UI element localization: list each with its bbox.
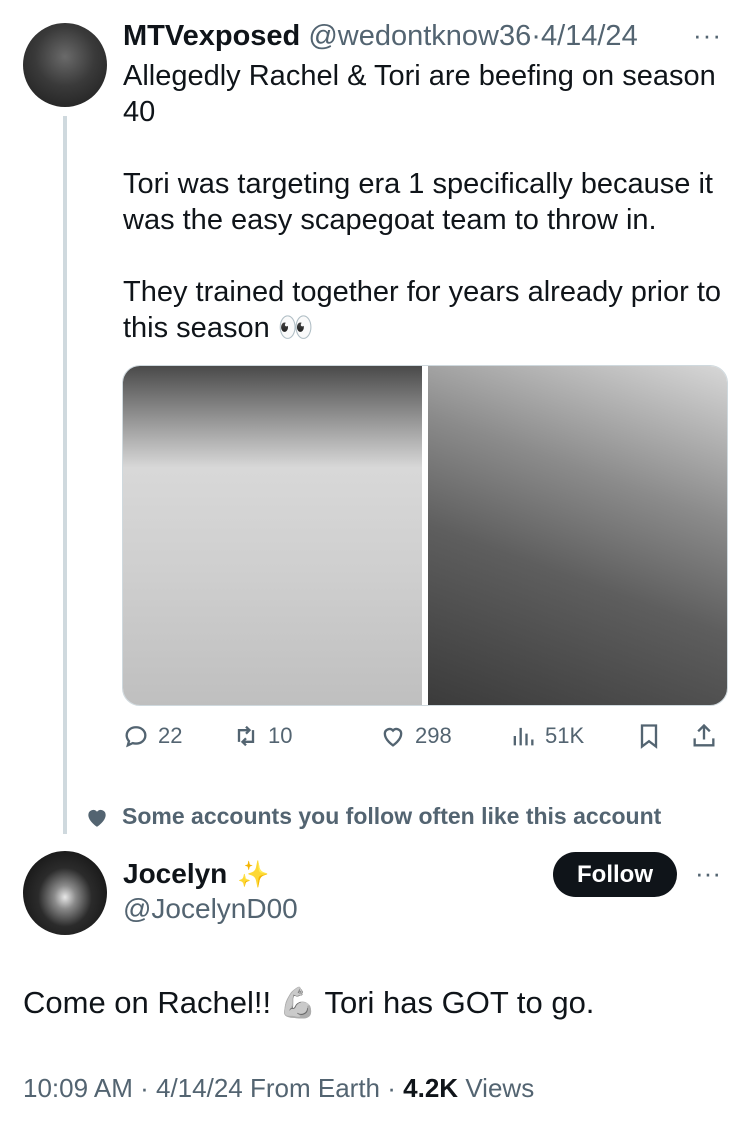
reply-author-handle[interactable]: @JocelynD00 xyxy=(123,893,298,925)
views-count: 51K xyxy=(545,723,585,748)
like-button[interactable]: 298 xyxy=(379,722,452,750)
meta-separator-2: · xyxy=(387,1073,396,1103)
tweet-paragraph-3: They trained together for years already … xyxy=(123,276,722,344)
author-handle[interactable]: @wedontknow36 xyxy=(308,20,531,52)
header-separator: · xyxy=(531,20,541,52)
flexed-biceps-icon: 💪 xyxy=(279,986,317,1020)
views-chart-icon xyxy=(513,727,534,746)
media-photo-eyes[interactable] xyxy=(123,366,422,705)
tweet-media xyxy=(122,365,728,706)
retweet-button[interactable]: 10 xyxy=(232,722,292,750)
reply-author-name-row: Jocelyn ✨ xyxy=(123,858,270,890)
tweet-header: MTVexposed @wedontknow36·4/14/24 xyxy=(123,20,638,53)
author-display-name[interactable]: MTVexposed xyxy=(123,20,300,52)
meta-separator-1: · xyxy=(140,1073,149,1103)
retweet-icon xyxy=(237,725,255,747)
media-photo-ear[interactable] xyxy=(428,366,727,705)
reply-text: Come on Rachel!! 💪 Tori has GOT to go. xyxy=(23,985,594,1021)
reply-metadata: 10:09 AM · 4/14/24 From Earth · 4.2K Vie… xyxy=(23,1073,534,1104)
share-button[interactable] xyxy=(690,722,718,750)
social-context: Some accounts you follow often like this… xyxy=(84,803,661,830)
more-options-icon[interactable]: ··· xyxy=(693,20,722,51)
views-button[interactable]: 51K xyxy=(509,722,584,750)
reply-text-part-2: Tori has GOT to go. xyxy=(324,985,595,1020)
reply-views-label: Views xyxy=(465,1073,535,1103)
retweet-count: 10 xyxy=(268,723,293,748)
tweet-paragraph-1: Allegedly Rachel & Tori are beefing on s… xyxy=(123,60,716,128)
reply-author-display-name[interactable]: Jocelyn xyxy=(123,858,227,890)
share-icon xyxy=(693,723,715,747)
tweet-paragraph-2: Tori was targeting era 1 specifically be… xyxy=(123,168,713,236)
social-context-text: Some accounts you follow often like this… xyxy=(122,803,662,829)
tweet-actions: 22 10 298 51K xyxy=(122,722,728,758)
bookmark-button[interactable] xyxy=(635,722,663,750)
sparkle-icon: ✨ xyxy=(237,858,270,889)
reply-views-count: 4.2K xyxy=(403,1073,459,1103)
reply-count: 22 xyxy=(158,723,183,748)
bookmark-icon xyxy=(640,724,658,749)
reply-author-avatar[interactable] xyxy=(23,851,107,935)
reply-date[interactable]: 4/14/24 xyxy=(156,1073,243,1103)
reply-button[interactable]: 22 xyxy=(122,722,182,750)
thread-line xyxy=(63,116,67,834)
reply-location: From Earth xyxy=(249,1073,381,1103)
author-avatar[interactable] xyxy=(23,23,107,107)
reply-text-part-1: Come on Rachel!! xyxy=(23,985,272,1020)
heart-icon xyxy=(88,809,106,827)
heart-outline-icon xyxy=(383,727,403,747)
reply-more-options-icon[interactable]: ··· xyxy=(695,858,721,889)
tweet-date[interactable]: 4/14/24 xyxy=(541,20,638,52)
tweet-text: Allegedly Rachel & Tori are beefing on s… xyxy=(123,58,723,346)
like-count: 298 xyxy=(415,723,452,748)
follow-button[interactable]: Follow xyxy=(553,852,677,897)
reply-time[interactable]: 10:09 AM xyxy=(23,1073,133,1103)
reply-icon xyxy=(125,726,147,748)
